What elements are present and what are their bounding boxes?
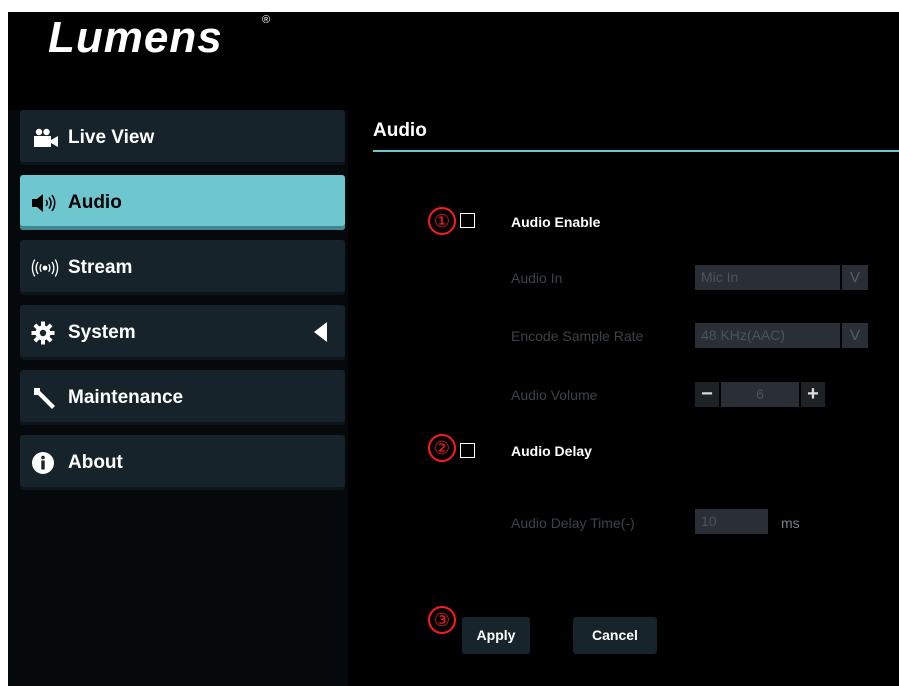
collapse-arrow-icon[interactable] [314, 322, 327, 342]
cancel-button[interactable]: Cancel [573, 617, 657, 654]
sidebar-item-label: Stream [68, 256, 133, 278]
speaker-icon [31, 191, 59, 215]
audio-volume-value[interactable]: 6 [721, 382, 799, 407]
app-window: Lumens ® Live View Audio Stream System M… [8, 12, 899, 686]
broadcast-icon [31, 256, 59, 280]
encode-sample-rate-value: 48 KHz(AAC) [701, 327, 786, 343]
audio-delay-time-label: Audio Delay Time(-) [511, 515, 635, 531]
volume-decrease-button[interactable]: − [695, 382, 719, 407]
encode-sample-rate-label: Encode Sample Rate [511, 328, 644, 344]
audio-delay-time-input[interactable]: 10 [695, 509, 768, 534]
sidebar-item-maintenance[interactable]: Maintenance [20, 370, 345, 425]
audio-in-select[interactable]: Mic In V [695, 265, 868, 290]
audio-volume-label: Audio Volume [511, 387, 598, 403]
encode-sample-rate-select[interactable]: 48 KHz(AAC) V [695, 323, 868, 348]
chevron-down-icon: V [840, 323, 868, 348]
registered-mark: ® [262, 14, 271, 26]
page-title: Audio [373, 120, 427, 141]
logo-text: Lumens [48, 13, 223, 62]
sidebar-item-system[interactable]: System [20, 305, 345, 360]
sidebar-item-stream[interactable]: Stream [20, 240, 345, 295]
main-panel: Audio ① Audio Enable Audio In Mic In V E… [348, 110, 899, 686]
video-camera-icon [31, 126, 59, 150]
audio-enable-checkbox[interactable] [460, 213, 475, 228]
wrench-icon [31, 386, 59, 410]
annotation-marker-2: ② [428, 434, 456, 462]
sidebar-item-label: Live View [68, 126, 155, 148]
audio-delay-checkbox[interactable] [460, 443, 475, 458]
gear-icon [31, 321, 59, 345]
sidebar-item-label: System [68, 321, 136, 343]
sidebar-item-audio[interactable]: Audio [20, 175, 345, 230]
info-icon [31, 451, 59, 475]
sidebar: Live View Audio Stream System Maintenanc… [8, 110, 348, 686]
sidebar-item-label: Maintenance [68, 386, 184, 408]
apply-button[interactable]: Apply [462, 617, 530, 654]
audio-delay-label: Audio Delay [511, 443, 592, 459]
lumens-logo: Lumens [48, 12, 223, 64]
audio-in-value: Mic In [701, 269, 739, 285]
audio-delay-unit: ms [781, 515, 800, 531]
sidebar-item-label: Audio [68, 191, 122, 213]
annotation-marker-3: ③ [428, 606, 456, 634]
sidebar-item-label: About [68, 451, 123, 473]
volume-increase-button[interactable]: + [801, 382, 825, 407]
chevron-down-icon: V [840, 265, 868, 290]
sidebar-item-live-view[interactable]: Live View [20, 110, 345, 165]
audio-enable-label: Audio Enable [511, 214, 601, 230]
annotation-marker-1: ① [428, 207, 456, 235]
title-divider [373, 150, 899, 152]
sidebar-item-about[interactable]: About [20, 435, 345, 490]
audio-in-label: Audio In [511, 270, 563, 286]
